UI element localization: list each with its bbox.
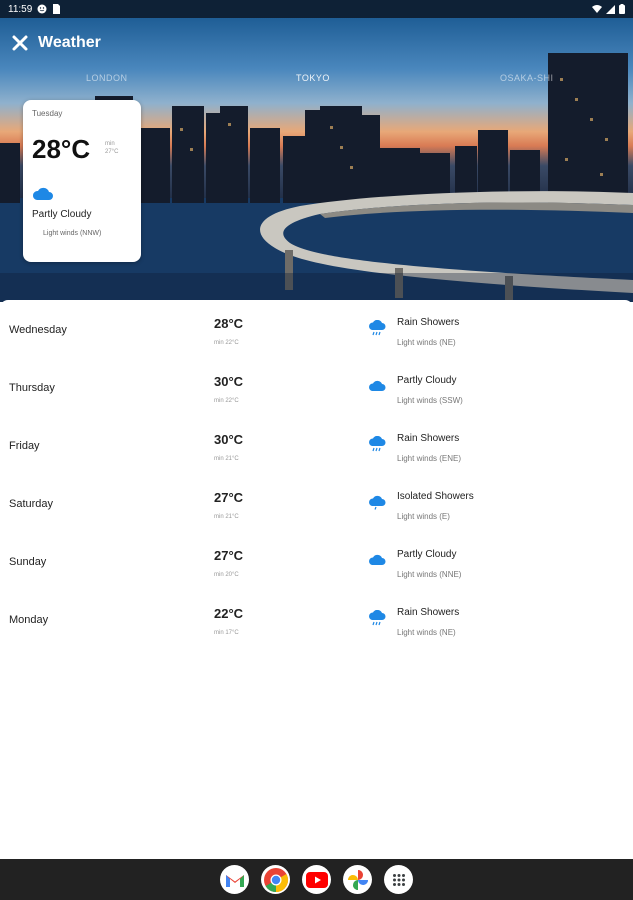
forecast-condition: Partly Cloudy [397, 549, 457, 560]
app-drawer-icon[interactable] [384, 865, 413, 894]
photos-icon[interactable] [343, 865, 372, 894]
app-header: Weather [10, 33, 101, 53]
forecast-wind: Light winds (ENE) [397, 454, 462, 463]
forecast-day: Monday [9, 614, 49, 626]
forecast-min-temperature: min 22°C [214, 340, 239, 346]
tab-london[interactable]: LONDON [86, 73, 128, 83]
forecast-row[interactable]: Thursday 30°C min 22°C Partly Cloudy Lig… [0, 358, 633, 416]
forecast-condition: Rain Showers [397, 317, 460, 328]
forecast-day: Thursday [9, 382, 55, 394]
rain-showers-icon [369, 320, 386, 336]
today-weather-card[interactable]: Tuesday 28°C min 27°C Partly Cloudy Ligh… [23, 100, 141, 262]
forecast-min-temperature: min 17°C [214, 630, 239, 636]
today-min-temperature: min 27°C [105, 141, 119, 155]
forecast-temperature: 27°C [214, 490, 244, 505]
forecast-day: Sunday [9, 556, 47, 568]
forecast-condition: Rain Showers [397, 607, 460, 618]
smiley-icon [37, 4, 47, 14]
forecast-row[interactable]: Saturday 27°C min 21°C Isolated Showers … [0, 474, 633, 532]
forecast-condition: Rain Showers [397, 433, 460, 444]
forecast-wind: Light winds (NE) [397, 338, 456, 347]
forecast-row[interactable]: Monday 22°C min 17°C Rain Showers Light … [0, 590, 633, 648]
forecast-list: Wednesday 28°C min 22°C Rain Showers Lig… [0, 300, 633, 860]
wifi-icon [592, 5, 602, 13]
forecast-min-temperature: min 21°C [214, 456, 239, 462]
tab-tokyo[interactable]: TOKYO [296, 73, 330, 83]
rain-showers-icon [369, 610, 386, 626]
forecast-day: Wednesday [9, 324, 67, 336]
partly-cloudy-icon [369, 554, 386, 565]
rain-showers-icon [369, 436, 386, 452]
forecast-temperature: 27°C [214, 548, 244, 563]
forecast-wind: Light winds (E) [397, 512, 450, 521]
youtube-icon[interactable] [302, 865, 331, 894]
forecast-condition: Partly Cloudy [397, 375, 457, 386]
city-tabs: LONDON TOKYO OSAKA-SHI [0, 73, 633, 89]
forecast-condition: Isolated Showers [397, 491, 474, 502]
partly-cloudy-icon [32, 187, 53, 200]
partly-cloudy-icon [369, 380, 386, 391]
gmail-icon[interactable] [220, 865, 249, 894]
tab-osaka-shi[interactable]: OSAKA-SHI [500, 73, 554, 83]
forecast-row[interactable]: Sunday 27°C min 20°C Partly Cloudy Light… [0, 532, 633, 590]
close-icon[interactable] [10, 33, 30, 53]
sim-card-icon [53, 4, 61, 14]
forecast-temperature: 22°C [214, 606, 244, 621]
forecast-wind: Light winds (NE) [397, 628, 456, 637]
forecast-row[interactable]: Wednesday 28°C min 22°C Rain Showers Lig… [0, 300, 633, 358]
forecast-temperature: 28°C [214, 316, 244, 331]
today-day: Tuesday [32, 109, 63, 118]
clock: 11:59 [8, 3, 33, 15]
forecast-min-temperature: min 21°C [214, 514, 239, 520]
signal-icon [606, 4, 615, 14]
forecast-min-temperature: min 20°C [214, 572, 239, 578]
today-temperature: 28°C [32, 134, 91, 164]
forecast-wind: Light winds (SSW) [397, 396, 463, 405]
today-wind: Light winds (NNW) [43, 230, 102, 237]
status-bar: 11:59 [0, 0, 633, 18]
forecast-min-temperature: min 22°C [214, 398, 239, 404]
forecast-temperature: 30°C [214, 374, 244, 389]
isolated-showers-icon [369, 495, 386, 510]
forecast-temperature: 30°C [214, 432, 244, 447]
taskbar [0, 859, 633, 900]
forecast-row[interactable]: Friday 30°C min 21°C Rain Showers Light … [0, 416, 633, 474]
chrome-icon[interactable] [261, 865, 290, 894]
forecast-wind: Light winds (NNE) [397, 570, 462, 579]
forecast-day: Friday [9, 440, 40, 452]
today-condition: Partly Cloudy [32, 209, 92, 220]
battery-icon [619, 4, 625, 14]
app-title: Weather [38, 34, 101, 51]
forecast-day: Saturday [9, 498, 54, 510]
